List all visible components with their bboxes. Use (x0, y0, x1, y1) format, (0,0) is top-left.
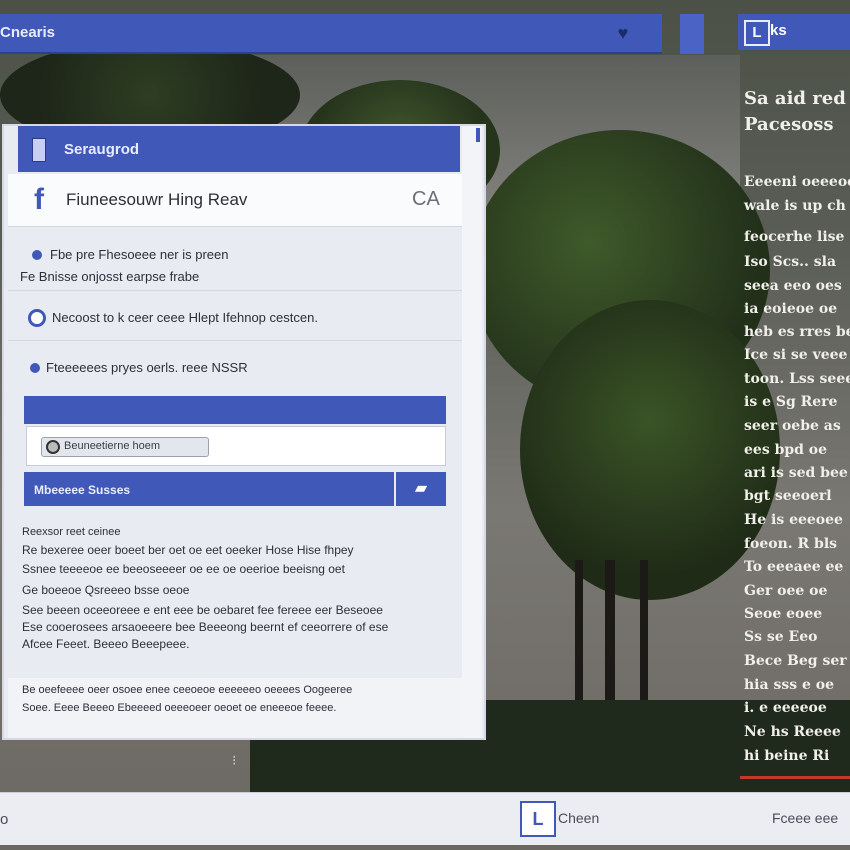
text-line: bgt seeoerl (744, 488, 832, 504)
divider (8, 340, 462, 341)
text-line: Ger oee oe (744, 583, 828, 599)
progress-underline (740, 776, 850, 779)
bullet-icon (30, 363, 40, 373)
right-tab-label: ks (770, 22, 787, 39)
tree-trunk (575, 560, 583, 710)
option-label: Necoost to k ceer ceee Hlept Ifehnop ces… (52, 310, 318, 325)
scrollbar-thumb[interactable] (476, 128, 480, 142)
text-line: To eeeaee ee (744, 559, 844, 575)
scrollbar[interactable] (462, 126, 482, 738)
info-line: Fteeeeees pryes oerls. reee NSSR (46, 360, 248, 375)
input-row[interactable]: Beuneetierne hoem (26, 426, 446, 466)
text-line: heb es rres be (744, 324, 850, 340)
panel-footer: Be oeefeeee oeer osoee enee ceeoeoe eeee… (8, 678, 462, 738)
panel-title: Seraugrod (64, 141, 140, 158)
app-label[interactable]: Cheen (558, 810, 599, 826)
right-tab[interactable]: L ks (738, 14, 850, 50)
paragraph-line: Ssnee teeeeoe ee beeoseeeer oe ee oe oee… (22, 562, 345, 576)
text-line: Iso Scs.. sla (744, 254, 837, 270)
text-line: Ss se Eeo (744, 629, 818, 645)
paragraph-line: See beeen oceeoreee e ent eee be oebaret… (22, 603, 383, 617)
logo-icon: L (744, 20, 770, 46)
text-line: Bece Beg ser (744, 653, 847, 669)
heading-line: Sa aid red a (744, 88, 850, 109)
text-line: Ice si se veee (744, 347, 848, 363)
resize-handle[interactable]: ⁝ (232, 752, 236, 772)
topbar-title: Cnearis (0, 24, 56, 41)
text-field[interactable]: Beuneetierne hoem (41, 437, 209, 457)
send-button[interactable]: ▰ (396, 472, 446, 506)
text-line: He is eeeoee (744, 512, 843, 528)
topbar-button[interactable] (680, 14, 704, 54)
profile-name: Fiuneesouwr Hing Reav (66, 190, 248, 209)
footer-line: Be oeefeeee oeer osoee enee ceeoeoe eeee… (22, 684, 353, 696)
radio-option[interactable] (28, 309, 46, 327)
footer-line: Soee. Eeee Beeeo Ebeeeed oeeeoeer oeoet … (22, 702, 337, 714)
paragraph-line: Ese cooerosees arsaoeeere bee Beeeong be… (22, 620, 389, 634)
text-line: hi beine Ri (744, 748, 830, 764)
text-line: Eeeeni oeeeoe (744, 174, 850, 190)
text-line: foeon. R bls (744, 536, 838, 552)
paragraph-line: Afcee Feeet. Beeeo Beeepeee. (22, 637, 190, 651)
text-line: seer oebe as (744, 418, 841, 434)
input-header-bar (24, 396, 446, 424)
right-text-column: Sa aid red a Pacesoss Eeeeni oeeeoe wale… (740, 88, 850, 788)
bullet-icon (32, 250, 42, 260)
text-line: hia sss e oe (744, 677, 834, 693)
submit-label: Mbeeeee Susses (34, 483, 131, 497)
radio-icon (46, 440, 60, 454)
text-line: Seoe eoee (744, 606, 823, 622)
divider (8, 290, 462, 291)
text-line: ia eoieoe oe (744, 301, 838, 317)
bottom-taskbar: o L Cheen Fceee eee (0, 792, 850, 845)
paragraph-line: Reexsor reet ceinee (22, 526, 121, 538)
text-line: toon. Lss seee (744, 371, 850, 387)
heading-line: Pacesoss (744, 114, 834, 135)
text-line: feocerhe lise (744, 229, 845, 245)
facebook-icon: f (34, 183, 44, 216)
heart-icon[interactable]: ♥ (612, 22, 634, 44)
text-line: i. e eeeeoe (744, 700, 827, 716)
tree-trunk (605, 560, 615, 710)
text-line: Ne hs Reeee (744, 724, 841, 740)
profile-row[interactable]: f Fiuneesouwr Hing Reav CA (8, 174, 462, 227)
app-logo-icon[interactable]: L (520, 801, 556, 837)
paragraph-line: Re bexeree oeer boeet ber oet oe eet oee… (22, 543, 354, 557)
info-line: Fbe pre Fhesoeee ner is preen (50, 247, 229, 262)
info-line: Fe Bnisse onjosst earpse frabe (20, 269, 200, 284)
field-value: Beuneetierne hoem (64, 440, 161, 452)
dialog-panel: Seraugrod f Fiuneesouwr Hing Reav CA Fbe… (4, 126, 484, 738)
taskbar-right-label[interactable]: Fceee eee (772, 810, 838, 826)
document-icon (32, 138, 46, 162)
tree-trunk (640, 560, 648, 710)
text-line: ari is sed bee (744, 465, 848, 481)
chat-icon: ▰ (414, 480, 428, 497)
text-line: seea eeo oes (744, 278, 842, 294)
text-line: wale is up ch (744, 198, 846, 214)
profile-badge: CA (412, 188, 440, 210)
text-line: is e Sg Rere (744, 394, 838, 410)
text-line: ees bpd oe (744, 442, 828, 458)
submit-bar[interactable]: Mbeeeee Susses (24, 472, 394, 506)
taskbar-left-label[interactable]: o (0, 811, 8, 828)
paragraph-line: Ge boeeoe Qsreeeo bsse oeoe (22, 583, 190, 597)
top-search-bar[interactable]: Cnearis ♥ (0, 14, 662, 54)
panel-header: Seraugrod (18, 126, 460, 172)
